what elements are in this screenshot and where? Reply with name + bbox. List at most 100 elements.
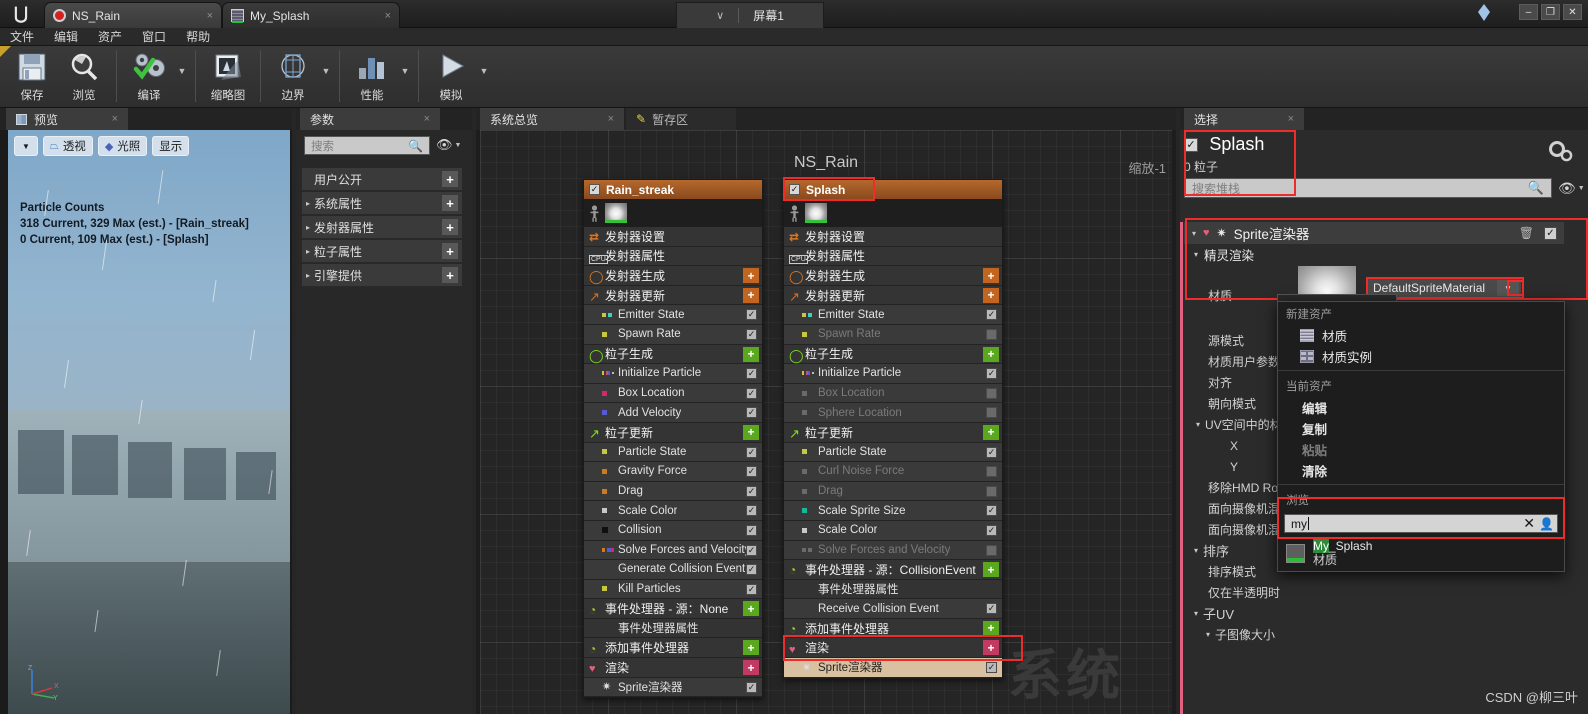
- module-enabled-checkbox[interactable]: ✓: [746, 446, 757, 458]
- stack-module-row[interactable]: Drag ✓: [784, 481, 1002, 502]
- asset-picker-dropdown[interactable]: 新建资产 材质 材质实例 当前资产 编辑 复制 粘贴 清除 浏览 my ✕ 👤: [1277, 301, 1565, 572]
- parameters-search-input[interactable]: 搜索 🔍: [304, 136, 430, 155]
- menu-item-window[interactable]: 窗口: [142, 28, 166, 45]
- add-parameter-button[interactable]: +: [442, 267, 458, 283]
- tab-parameters[interactable]: 参数 ×: [300, 108, 440, 130]
- stack-group-row[interactable]: ◔ 事件处理器 - 源：None +: [584, 599, 762, 619]
- stack-module-row[interactable]: 事件处理器属性: [784, 579, 1002, 600]
- stack-module-row[interactable]: Spawn Rate ✓: [584, 324, 762, 345]
- property-group-sub-uv[interactable]: ▾ 子UV: [1184, 603, 1564, 624]
- add-parameter-button[interactable]: +: [442, 195, 458, 211]
- stack-module-row[interactable]: Gravity Force ✓: [584, 462, 762, 482]
- stack-module-row[interactable]: Curl Noise Force ✓: [784, 462, 1002, 482]
- bounds-button[interactable]: 边界: [267, 46, 319, 106]
- chevron-down-icon[interactable]: ▼: [1497, 280, 1519, 296]
- stack-subheader-sprite-rendering[interactable]: ▾ 精灵渲染: [1184, 244, 1564, 264]
- dropdown-item-edit[interactable]: 编辑: [1278, 397, 1564, 418]
- compile-dropdown-arrow-icon[interactable]: ▼: [175, 46, 189, 106]
- emitter-enabled-checkbox[interactable]: ✓: [589, 184, 600, 195]
- close-icon[interactable]: ×: [608, 113, 614, 125]
- stack-group-row[interactable]: ◯ 发射器生成 +: [584, 266, 762, 286]
- editor-tab-my-splash[interactable]: My_Splash ×: [222, 2, 400, 28]
- menu-item-help[interactable]: 帮助: [186, 28, 210, 45]
- emitter-node-rain-streak[interactable]: ✓ Rain_streak ⇄ 发射器设置 CPU 发射器属性 ◯ 发射器生成 + ↗ 发射器更…: [583, 179, 763, 699]
- module-enabled-checkbox[interactable]: ✓: [746, 466, 757, 478]
- add-module-button[interactable]: +: [743, 424, 759, 440]
- module-enabled-checkbox[interactable]: ✓: [746, 681, 757, 693]
- module-enabled-checkbox[interactable]: ✓: [986, 544, 997, 556]
- close-icon[interactable]: ×: [1288, 113, 1294, 125]
- stack-module-row[interactable]: Collision ✓: [584, 520, 762, 541]
- stack-module-row[interactable]: Solve Forces and Velocity ✓: [784, 540, 1002, 561]
- param-group-emitter-attributes[interactable]: ▸ 发射器属性 +: [302, 216, 462, 239]
- viewport-perspective-button[interactable]: ⏢ 透视: [43, 136, 93, 156]
- stack-group-row[interactable]: ⇄ 发射器设置: [584, 227, 762, 247]
- emitter-node-header[interactable]: ✓ Splash: [784, 180, 1002, 199]
- stack-module-row[interactable]: Drag ✓: [584, 481, 762, 502]
- asset-result-my-splash[interactable]: My_Splash 材质: [1278, 535, 1564, 571]
- add-module-button[interactable]: +: [983, 424, 999, 440]
- close-button[interactable]: ✕: [1563, 4, 1582, 20]
- param-group-engine-provided[interactable]: ▸ 引擎提供 +: [302, 264, 462, 287]
- delete-icon[interactable]: 🗑: [1519, 226, 1534, 240]
- graph-canvas[interactable]: NS_Rain 缩放-1 系统 ✓ Rain_streak ⇄ 发射器设置 CPU 发…: [480, 130, 1172, 714]
- tab-scratch-pad[interactable]: ✎ 暂存区: [626, 108, 736, 130]
- chevron-down-icon[interactable]: ▾: [1194, 250, 1198, 259]
- module-enabled-checkbox[interactable]: ✓: [746, 368, 757, 380]
- stack-module-row[interactable]: Kill Particles ✓: [584, 579, 762, 600]
- stack-visibility-toggle[interactable]: 👁 ▼: [1558, 180, 1585, 197]
- stack-module-row[interactable]: Emitter State ✓: [784, 305, 1002, 325]
- screen-layout-selector[interactable]: ∨ 屏幕1: [676, 2, 824, 28]
- param-group-user-exposed[interactable]: 用户公开 +: [302, 168, 462, 191]
- stack-module-row[interactable]: Sphere Location ✓: [784, 403, 1002, 423]
- module-enabled-checkbox[interactable]: ✓: [986, 309, 997, 321]
- close-icon[interactable]: ×: [385, 10, 391, 22]
- stack-group-row[interactable]: ↗ 发射器更新 +: [784, 285, 1002, 306]
- performance-dropdown-arrow-icon[interactable]: ▼: [398, 46, 412, 106]
- renderer-enabled-checkbox[interactable]: ✓: [1544, 226, 1557, 240]
- stack-module-row[interactable]: Particle State ✓: [584, 442, 762, 463]
- chevron-right-icon[interactable]: ▸: [302, 199, 314, 208]
- stack-module-row[interactable]: Initialize Particle ✓: [584, 364, 762, 384]
- stack-group-row[interactable]: CPU 发射器属性: [584, 246, 762, 267]
- compile-button[interactable]: 编译: [123, 46, 175, 106]
- add-module-button[interactable]: +: [983, 346, 999, 362]
- chevron-right-icon[interactable]: ▸: [302, 271, 314, 280]
- chevron-down-icon[interactable]: ▾: [1192, 229, 1196, 238]
- minimize-button[interactable]: –: [1519, 4, 1538, 20]
- menu-item-file[interactable]: 文件: [10, 28, 34, 45]
- asset-search-input[interactable]: my ✕ 👤: [1284, 514, 1558, 533]
- stack-module-row[interactable]: Scale Sprite Size ✓: [784, 501, 1002, 521]
- browse-button[interactable]: 浏览: [58, 46, 110, 106]
- chevron-down-icon[interactable]: ▾: [1194, 546, 1198, 555]
- menu-item-assets[interactable]: 资产: [98, 28, 122, 45]
- chevron-down-icon[interactable]: ∨: [716, 9, 724, 22]
- stack-group-row[interactable]: ◔ 添加事件处理器 +: [584, 638, 762, 659]
- stack-module-row[interactable]: Generate Collision Event ✓: [584, 560, 762, 580]
- stack-module-row[interactable]: Scale Color ✓: [584, 501, 762, 521]
- add-module-button[interactable]: +: [743, 268, 759, 284]
- stack-module-row[interactable]: Emitter State ✓: [584, 305, 762, 325]
- add-module-button[interactable]: +: [743, 287, 759, 303]
- search-icon[interactable]: 🔍: [1528, 180, 1544, 196]
- add-module-button[interactable]: +: [983, 640, 999, 656]
- module-enabled-checkbox[interactable]: ✓: [746, 328, 757, 340]
- stack-module-row[interactable]: Particle State ✓: [784, 442, 1002, 463]
- add-module-button[interactable]: +: [983, 287, 999, 303]
- module-enabled-checkbox[interactable]: ✓: [746, 485, 757, 497]
- module-enabled-checkbox[interactable]: ✓: [986, 407, 997, 419]
- module-enabled-checkbox[interactable]: ✓: [746, 505, 757, 517]
- save-button[interactable]: 保存: [6, 46, 58, 106]
- dropdown-item-copy[interactable]: 复制: [1278, 418, 1564, 439]
- bounds-dropdown-arrow-icon[interactable]: ▼: [319, 46, 333, 106]
- editor-tab-ns-rain[interactable]: NS_Rain ×: [44, 2, 222, 30]
- module-enabled-checkbox[interactable]: ✓: [746, 583, 757, 595]
- chevron-right-icon[interactable]: ▸: [302, 247, 314, 256]
- emitter-enabled-checkbox[interactable]: ✓: [789, 184, 800, 195]
- stack-group-row[interactable]: ◔ 添加事件处理器 +: [784, 618, 1002, 639]
- tab-preview[interactable]: 预览 ×: [6, 108, 128, 130]
- module-enabled-checkbox[interactable]: ✓: [746, 387, 757, 399]
- simulate-dropdown-arrow-icon[interactable]: ▼: [477, 46, 491, 106]
- property-row-sort-translucent-only[interactable]: 仅在半透明时: [1184, 582, 1564, 603]
- unreal-logo-icon[interactable]: ⋃: [8, 3, 34, 25]
